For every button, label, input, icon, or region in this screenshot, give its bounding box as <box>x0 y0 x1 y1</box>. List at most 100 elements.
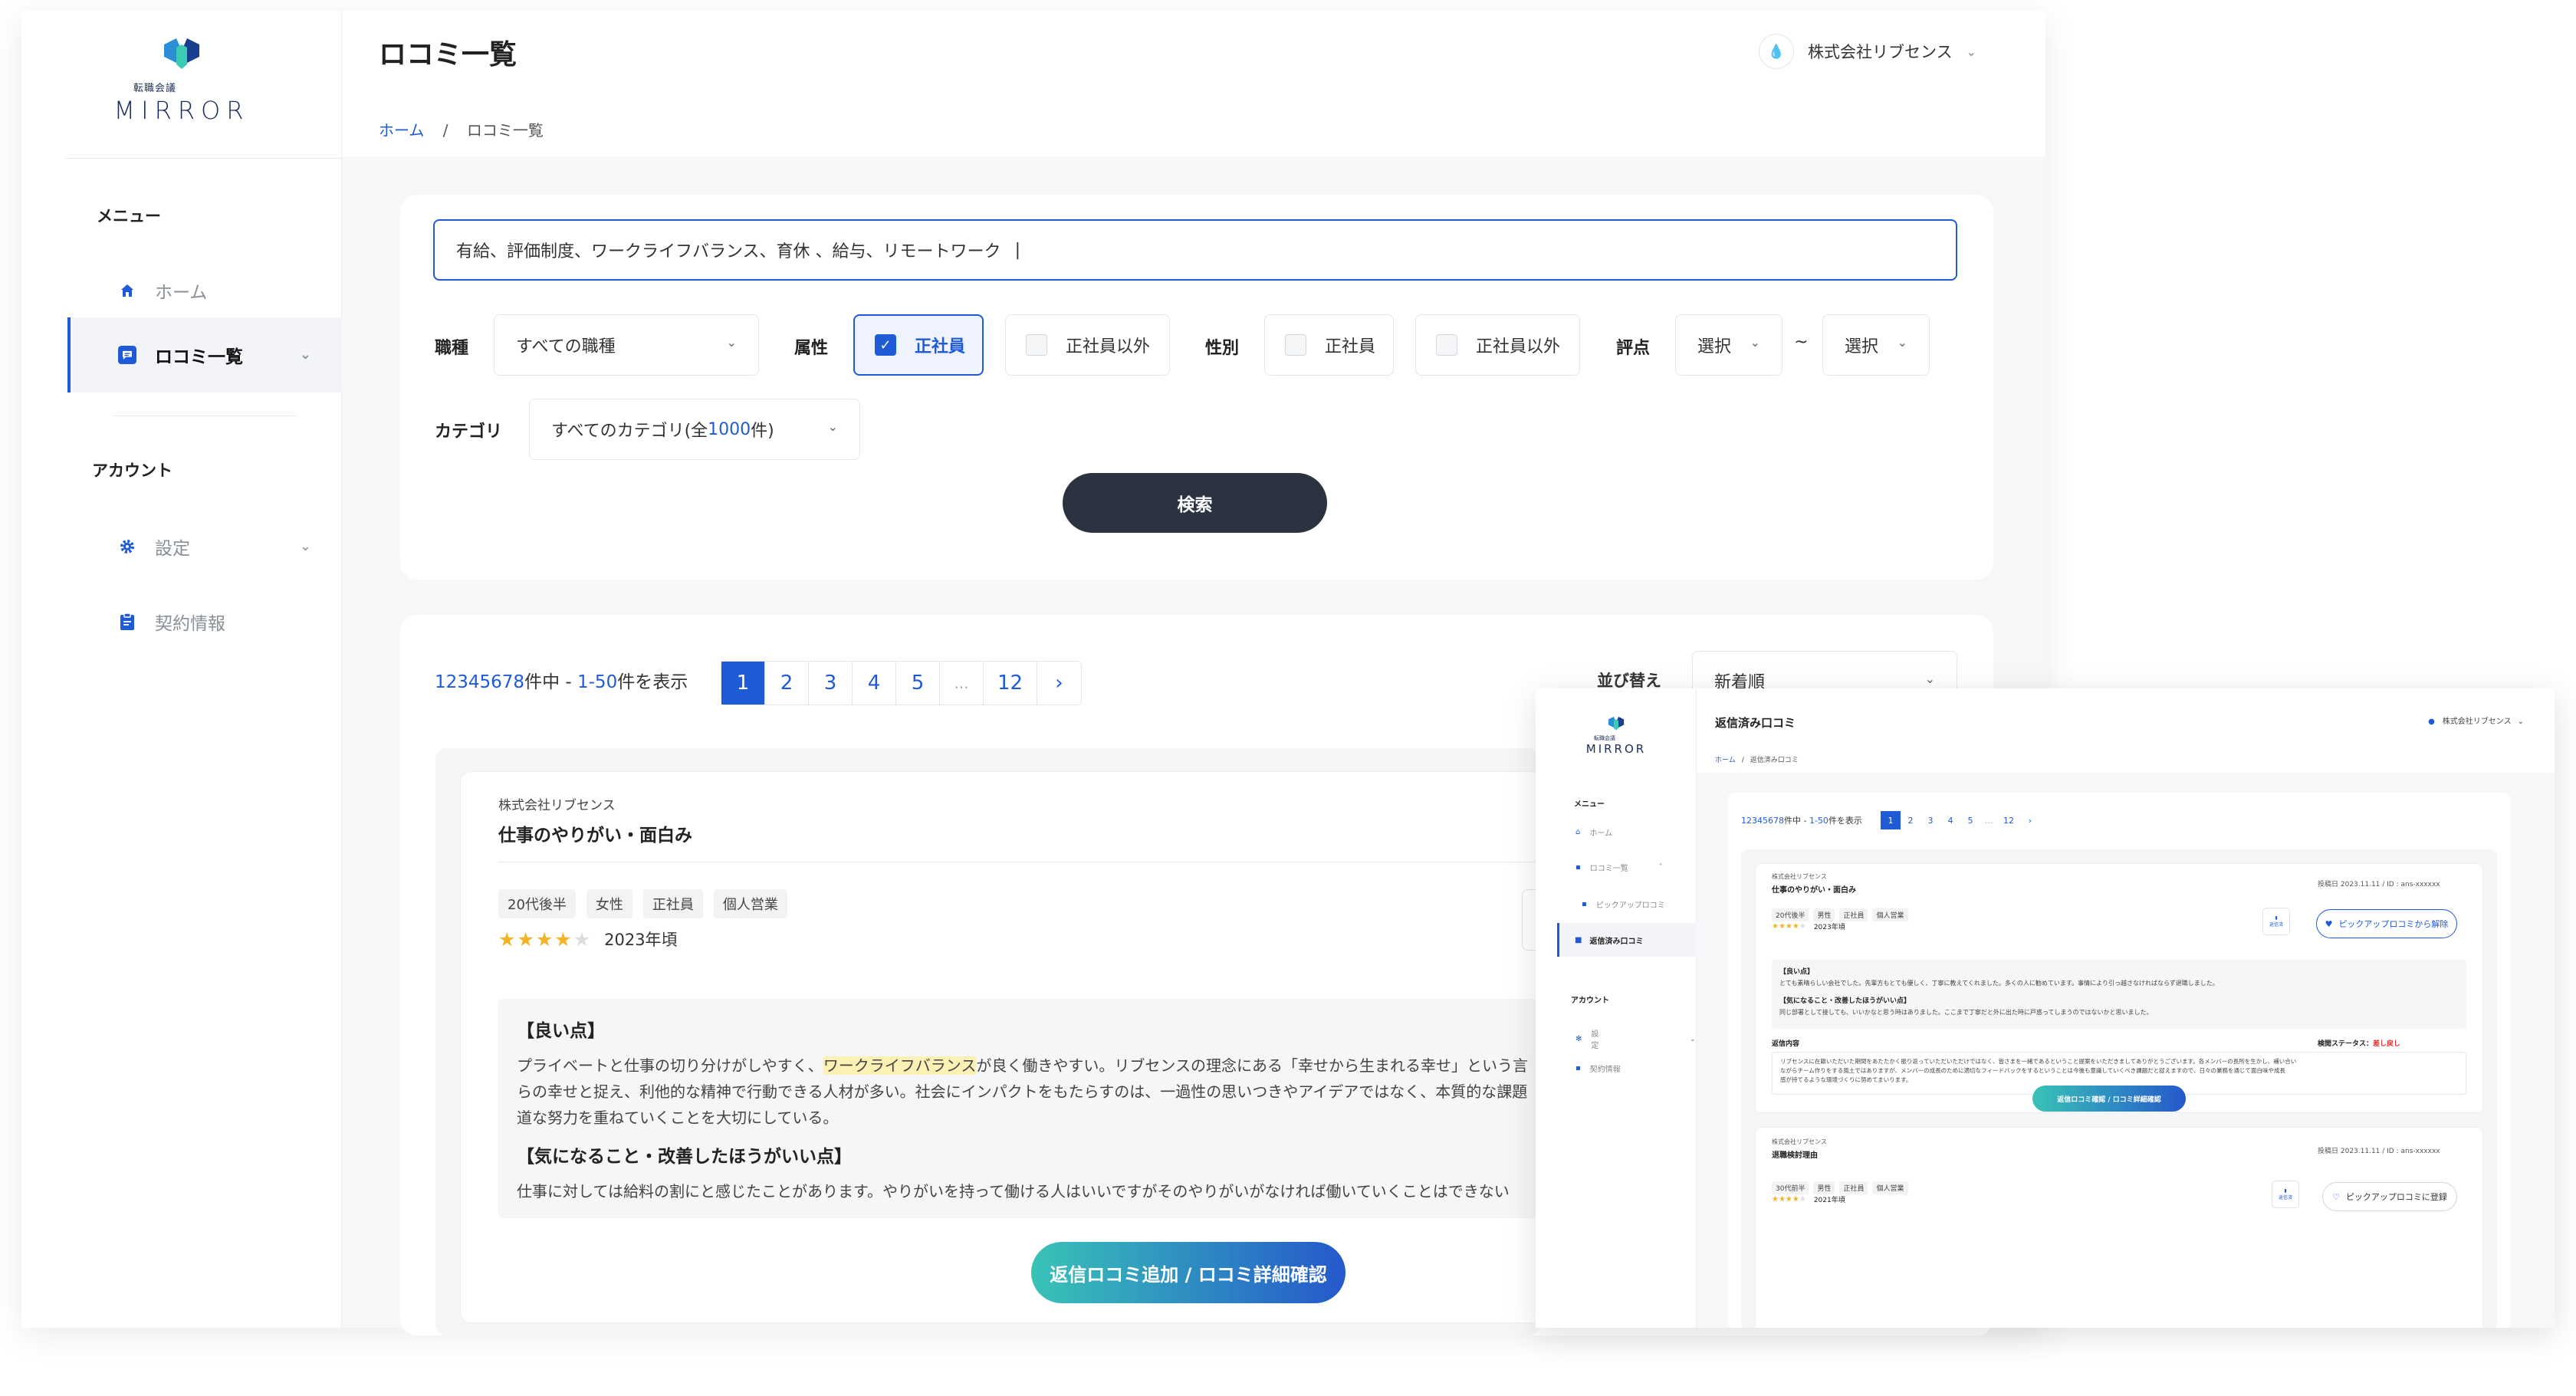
sidebar-item-contract[interactable]: 契約情報 <box>67 584 342 659</box>
gear-icon: ✻ <box>1576 1034 1582 1043</box>
win2-nav-contract[interactable]: ▪ 契約情報 <box>1576 1063 1621 1074</box>
menu-heading: メニュー <box>97 207 161 225</box>
review-company: 株式会社リブセンス <box>498 798 616 813</box>
breadcrumb-home[interactable]: ホーム <box>379 121 424 140</box>
page-1[interactable]: 1 <box>721 662 765 705</box>
win2-tag: 男性 <box>1813 908 1835 921</box>
win2-nav-home[interactable]: ⌂ ホーム <box>1576 826 1612 838</box>
win2-card1-year: 2023年頃 <box>1813 924 1845 931</box>
win2-nav-label: ホーム <box>1589 829 1613 838</box>
good-text-pre: プライベートと仕事の切り分けがしやすく、 <box>517 1056 823 1075</box>
good-line-1: プライベートと仕事の切り分けがしやすく、ワークライフバランスが良く働きやすい。リ… <box>517 1053 1553 1079</box>
win2-unpickup-button[interactable]: ♥ ピックアップロコミから解除 <box>2316 909 2457 938</box>
reply-icon[interactable]: ▮ 返信済 <box>2262 908 2290 935</box>
win2-tag: 個人営業 <box>1872 1181 1908 1194</box>
checkbox-box <box>1436 334 1457 356</box>
category-select[interactable]: すべてのカテゴリ(全 1000 件) ⌄ <box>529 399 860 460</box>
win2-reply-line: リブセンスに在籍いただいた期間をあたたかく振り返っていただいただけではなく、皆さ… <box>1780 1058 2297 1065</box>
chevron-down-icon: ⌄ <box>1966 44 1976 59</box>
page-4[interactable]: 4 <box>853 662 896 705</box>
brand-logo[interactable]: 転職会議 MIRROR <box>21 37 342 125</box>
win2-page-2[interactable]: 2 <box>1901 811 1921 829</box>
win2-pickup-button[interactable]: ♡ ピックアップロコミに登録 <box>2322 1182 2457 1211</box>
sidebar-item-settings[interactable]: 設定 ⌄ <box>67 509 342 584</box>
win2-page-4[interactable]: 4 <box>1940 811 1960 829</box>
win2-result-count: 12345678件中 - 1-50件を表示 <box>1741 814 1862 826</box>
sidebar-divider <box>66 158 342 159</box>
page-3[interactable]: 3 <box>809 662 853 705</box>
page-12[interactable]: 12 <box>984 662 1037 705</box>
win2-card2-title: 退職検討理由 <box>1772 1151 1818 1160</box>
win2-card1-rating: ★★★★ ★ 2023年頃 <box>1772 921 1845 931</box>
review-tag: 正社員 <box>642 889 703 918</box>
brand-sub: 転職会議 <box>133 83 176 94</box>
breadcrumb: ホーム / ロコミ一覧 <box>379 118 544 140</box>
category-value-post: 件) <box>751 422 774 441</box>
mirror-logo-icon <box>164 38 199 69</box>
win2-page-12[interactable]: 12 <box>1997 811 2020 829</box>
win2-count-mid: 件中 - <box>1784 816 1809 826</box>
win2-menu-heading: メニュー <box>1574 800 1605 809</box>
attr-nonfulltime-checkbox[interactable]: 正社員以外 <box>1005 314 1170 376</box>
star-icon: ★ <box>535 928 554 951</box>
win2-page-1[interactable]: 1 <box>1881 811 1901 829</box>
win2-next-page[interactable]: › <box>2020 811 2040 829</box>
win2-nav-reviews[interactable]: ▪ ロコミ一覧 ˄ <box>1576 862 1663 873</box>
win2-tag: 正社員 <box>1839 1181 1868 1194</box>
sidebar-item-reviews[interactable]: ロコミ一覧 ⌄ <box>67 317 342 393</box>
page-ellipsis: ... <box>940 662 984 705</box>
sidebar: 転職会議 MIRROR メニュー ホーム ロコミ一覧 ⌄ アカウント 設定 ⌄ <box>21 11 342 1328</box>
win2-crumb-current: 返信済み口コミ <box>1750 757 1799 764</box>
score-label: 評点 <box>1616 339 1651 358</box>
win2-company[interactable]: ● 株式会社リブセンス ⌄ <box>2428 714 2524 726</box>
gender-opt1-label: 正社員 <box>1325 337 1376 356</box>
win2-status-label: 検閲ステータス： <box>2318 1040 2374 1048</box>
gender-opt2-checkbox[interactable]: 正社員以外 <box>1415 314 1580 376</box>
gender-opt1-checkbox[interactable]: 正社員 <box>1264 314 1394 376</box>
star-rating: ★★★★ <box>1772 922 1799 931</box>
heart-icon: ♥ <box>2325 918 2333 929</box>
score-from-select[interactable]: 選択 ⌄ <box>1675 314 1783 376</box>
company-switcher[interactable]: 💧 株式会社リブセンス ⌄ <box>1759 34 1976 69</box>
win2-page-3[interactable]: 3 <box>1921 811 1940 829</box>
score-to-select[interactable]: 選択 ⌄ <box>1822 314 1930 376</box>
page-2[interactable]: 2 <box>765 662 809 705</box>
job-select[interactable]: すべての職種 ⌄ <box>494 314 759 376</box>
win2-topbar: 返信済み口コミ ● 株式会社リブセンス ⌄ ホーム / 返信済み口コミ <box>1697 688 2555 773</box>
next-page-button[interactable]: › <box>1037 662 1081 705</box>
clipboard-icon: ▪ <box>1576 1064 1581 1072</box>
chat-icon: ▪ <box>1576 863 1581 872</box>
page-5[interactable]: 5 <box>896 662 940 705</box>
star-icon: ★ <box>517 928 534 951</box>
win2-reply-line: ながらチーム作りをする風土ではありますが、メンバーの成長のために適切なフィードバ… <box>1780 1067 2285 1074</box>
win2-brand-logo[interactable]: 転職会議 MIRROR <box>1536 716 1697 756</box>
search-input[interactable]: 有給、評価制度、ワークライフバランス、育休 、給与、リモートワーク | <box>433 219 1957 281</box>
win2-card2-company: 株式会社リブセンス <box>1772 1138 1827 1145</box>
win2-reply-line: 感が持てるような環境づくりに努めてまいります。 <box>1780 1076 1912 1083</box>
win2-crumb-home[interactable]: ホーム <box>1715 757 1736 764</box>
win2-nav-settings[interactable]: ✻ 設定 ⌄ <box>1576 1027 1696 1050</box>
job-label: 職種 <box>435 339 469 358</box>
reply-icon[interactable]: ▮ 返信済 <box>2272 1181 2299 1208</box>
search-button[interactable]: 検索 <box>1063 473 1327 533</box>
top-bar: ロコミ一覧 💧 株式会社リブセンス ⌄ ホーム / ロコミ一覧 <box>342 11 2045 156</box>
win2-tag: 30代前半 <box>1772 1181 1809 1194</box>
chevron-down-icon: ⌄ <box>827 419 838 434</box>
attr-fulltime-checkbox[interactable]: ✓ 正社員 <box>853 314 984 376</box>
attr-label: 属性 <box>794 339 829 358</box>
win2-nav-pickup[interactable]: ▪ ピックアップロコミ <box>1582 898 1665 910</box>
range-tilde: ~ <box>1794 333 1809 352</box>
win2-nav-replied[interactable]: ■ 返信済み口コミ <box>1557 923 1697 957</box>
star-off: ★ <box>1799 922 1806 931</box>
chevron-down-icon: ⌄ <box>2517 718 2524 726</box>
review-tags: 20代後半 女性 正社員 個人営業 <box>498 889 798 918</box>
search-query: 有給、評価制度、ワークライフバランス、育休 、給与、リモートワーク <box>456 242 1001 261</box>
win2-reply-button[interactable]: 返信ロコミ確認 / ロコミ詳細確認 <box>2032 1086 2186 1112</box>
win2-page-5[interactable]: 5 <box>1960 811 1980 829</box>
score-from-value: 選択 <box>1697 337 1732 356</box>
win2-card2-tags: 30代前半 男性 正社員 個人営業 <box>1772 1179 1913 1194</box>
add-reply-button[interactable]: 返信ロコミ追加 / ロコミ詳細確認 <box>1031 1242 1346 1303</box>
win2-nav-label: ピックアップロコミ <box>1595 902 1665 910</box>
star-icon: ★ <box>573 928 591 951</box>
result-count-mid: 件中 - <box>524 672 577 692</box>
